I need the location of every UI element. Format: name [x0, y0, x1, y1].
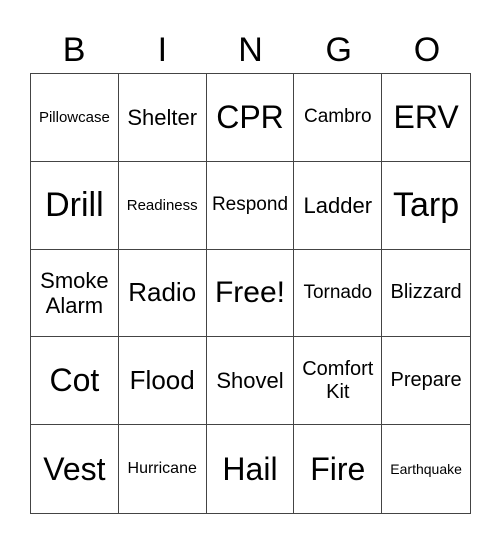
header-letter-b: B — [62, 31, 86, 69]
bingo-cell[interactable]: Shovel — [206, 337, 295, 426]
bingo-cell[interactable]: CPR — [206, 74, 295, 162]
bingo-cell[interactable]: Earthquake — [382, 425, 470, 513]
bingo-cell[interactable]: Hail — [207, 425, 295, 513]
bingo-cell[interactable]: Respond — [206, 161, 295, 250]
bingo-cell[interactable]: Prepare — [382, 337, 470, 426]
header-letter-o: O — [413, 31, 441, 69]
header-letter-i: I — [157, 31, 168, 69]
bingo-cell[interactable]: Shelter — [118, 74, 207, 162]
bingo-cell[interactable]: Drill — [31, 161, 119, 250]
bingo-cell[interactable]: Tornado — [294, 249, 383, 338]
bingo-cell[interactable]: Vest — [31, 425, 119, 513]
bingo-cell[interactable]: Cot — [31, 337, 119, 426]
bingo-cell[interactable]: Flood — [118, 337, 207, 426]
bingo-cell[interactable]: Hurricane — [119, 425, 207, 513]
bingo-cell[interactable]: ERV — [382, 74, 470, 162]
free-space-cell[interactable]: Free! — [206, 249, 295, 338]
bingo-cell[interactable]: Pillowcase — [31, 74, 119, 162]
bingo-cell[interactable]: Cambro — [294, 74, 383, 162]
bingo-grid: Pillowcase Shelter CPR Cambro ERV Drill … — [30, 73, 471, 514]
bingo-cell[interactable]: Blizzard — [382, 250, 470, 338]
bingo-header: B I N G O — [30, 28, 471, 72]
bingo-cell[interactable]: Ladder — [294, 161, 383, 250]
bingo-cell[interactable]: Smoke Alarm — [31, 249, 119, 338]
header-letter-g: G — [325, 31, 352, 69]
bingo-cell[interactable]: Fire — [294, 425, 383, 513]
bingo-cell[interactable]: Comfort Kit — [294, 337, 383, 426]
header-letter-n: N — [238, 31, 263, 69]
bingo-cell[interactable]: Radio — [118, 249, 207, 338]
bingo-cell[interactable]: Tarp — [382, 162, 470, 250]
bingo-cell[interactable]: Readiness — [118, 161, 207, 250]
